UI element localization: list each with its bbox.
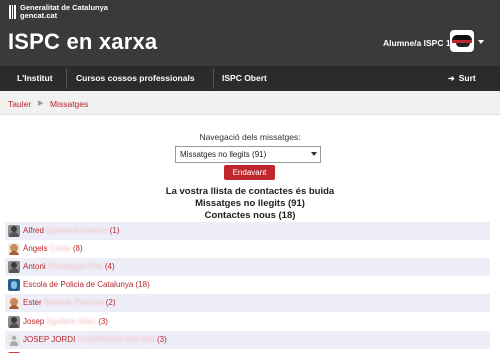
gencat-logo-icon [9, 5, 17, 21]
contact-link[interactable]: Josep Aguilera Sáez (3) [23, 317, 108, 326]
contact-link[interactable]: Antoni Permanyer Fita (4) [23, 262, 115, 271]
gencat-brand[interactable]: Generalitat de Catalunya gencat.cat [9, 4, 108, 21]
main-nav: L'Institut Cursos cossos professionals I… [0, 66, 500, 91]
user-name[interactable]: Alumne/a ISPC 1 [383, 38, 451, 48]
contact-unread-count: (3) [98, 316, 108, 326]
nav-divider [213, 68, 214, 89]
nav-item-ispc-obert[interactable]: ISPC Obert [222, 66, 267, 91]
contact-surname: Aguilera Sáez [46, 316, 96, 326]
user-avatar[interactable] [450, 30, 474, 52]
message-nav-selected: Missatges no llegits (91) [180, 150, 267, 159]
breadcrumb-tauler[interactable]: Tauler [8, 99, 31, 109]
unread-messages-text: Missatges no llegits (91) [195, 198, 305, 209]
contact-unread-count: (4) [104, 262, 115, 272]
contact-row[interactable]: Àngels Costa (8) [5, 240, 490, 258]
logout-icon: ➜ [448, 74, 455, 83]
chevron-down-icon [311, 152, 317, 156]
contact-link[interactable]: Alfred Quintana Garrido (1) [23, 226, 120, 235]
message-nav-select[interactable]: Missatges no llegits (91) [175, 146, 321, 163]
nav-item-institut[interactable]: L'Institut [17, 66, 53, 91]
nav-item-cursos[interactable]: Cursos cossos professionals [76, 66, 195, 91]
breadcrumb: Tauler ▶ Missatges [0, 91, 500, 115]
contact-surname: Costa [49, 244, 71, 254]
contact-unread-count: (8) [72, 244, 83, 254]
contact-avatar-blank-icon [8, 333, 20, 346]
contact-row[interactable]: Ester Salcedo Pascual (2) [5, 294, 490, 313]
contact-unread-count: (18) [135, 280, 150, 290]
go-button[interactable]: Endavant [224, 165, 275, 180]
chevron-down-icon[interactable] [478, 40, 484, 44]
nav-divider [66, 68, 67, 89]
contact-unread-count: (2) [105, 298, 116, 308]
contact-avatar-woman-icon [8, 297, 20, 310]
breadcrumb-separator-icon: ▶ [38, 100, 44, 107]
contact-first-name: Ester [23, 298, 42, 308]
message-nav-label: Navegació dels missatges: [199, 132, 301, 142]
empty-contacts-text: La vostra llista de contactes és buida [165, 186, 335, 197]
site-title[interactable]: ISPC en xarxa [8, 29, 157, 55]
contact-first-name: Escola de Policia de Catalunya [23, 280, 134, 290]
contact-row[interactable]: MARIA ELENA MARTINEZ SALCEDO (1) [5, 349, 490, 353]
contact-unread-count: (3) [156, 334, 167, 344]
logout-label: Surt [458, 73, 476, 83]
contact-avatar-person-icon [8, 261, 20, 274]
contact-link[interactable]: Escola de Policia de Catalunya (18) [23, 280, 150, 289]
contact-avatar-school-icon [8, 279, 20, 292]
contact-link[interactable]: JOSEP JORDI GUERRERO NIEVAS (3) [23, 335, 167, 344]
contact-row[interactable]: Alfred Quintana Garrido (1) [5, 222, 490, 240]
breadcrumb-missatges[interactable]: Missatges [50, 99, 88, 109]
contact-first-name: JOSEP JORDI [23, 334, 76, 344]
contact-first-name: Josep [23, 316, 45, 326]
contact-link[interactable]: Ester Salcedo Pascual (2) [23, 298, 116, 307]
contact-surname: Salcedo Pascual [43, 298, 104, 308]
contact-row[interactable]: Antoni Permanyer Fita (4) [5, 258, 490, 277]
contact-avatar-woman-icon [8, 243, 20, 256]
contact-first-name: Àngels [23, 244, 48, 254]
site-header: Generalitat de Catalunya gencat.cat ISPC… [0, 0, 500, 66]
contact-link[interactable]: Àngels Costa (8) [23, 244, 83, 253]
contact-first-name: Antoni [23, 262, 46, 272]
contact-surname: GUERRERO NIEVAS [77, 334, 155, 344]
contact-row[interactable]: Josep Aguilera Sáez (3) [5, 313, 490, 331]
contact-first-name: Alfred [23, 226, 44, 235]
contact-avatar-person-icon [8, 315, 20, 328]
contact-unread-count: (1) [109, 226, 120, 235]
contact-surname: Quintana Garrido [46, 226, 108, 235]
contact-surname: Permanyer Fita [47, 262, 103, 272]
gov-url: gencat.cat [20, 11, 58, 20]
new-contacts-text: Contactes nous (18) [204, 210, 296, 221]
contact-avatar-person-icon [8, 225, 20, 237]
logout-link[interactable]: ➜ Surt [448, 66, 476, 91]
contact-row[interactable]: JOSEP JORDI GUERRERO NIEVAS (3) [5, 330, 490, 349]
contact-row[interactable]: Escola de Policia de Catalunya (18) [5, 276, 490, 294]
